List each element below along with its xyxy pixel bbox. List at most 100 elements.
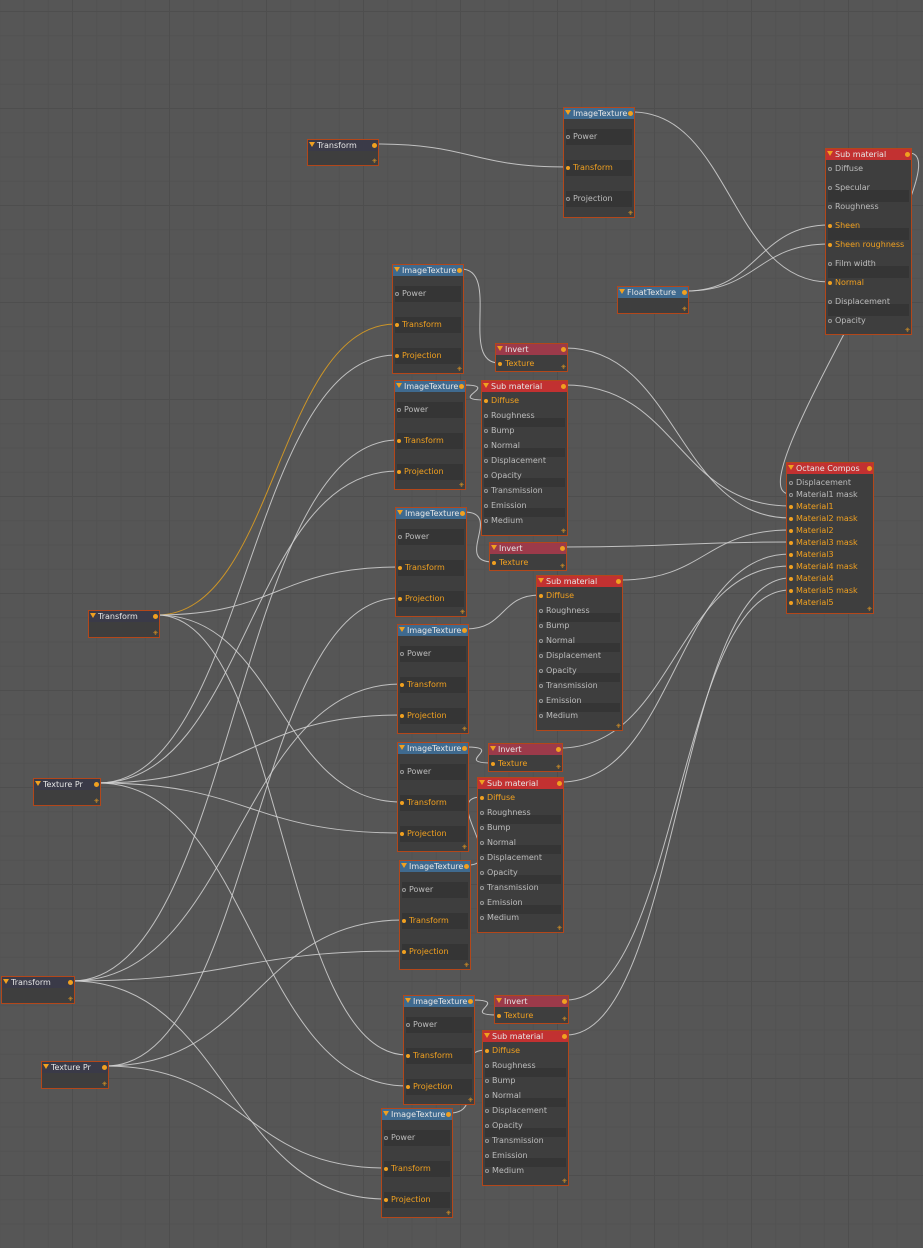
input-pin[interactable] — [828, 167, 832, 171]
wire-inv1-to-octane[interactable] — [564, 347, 791, 519]
input-pin[interactable] — [484, 444, 488, 448]
node-img_top[interactable]: ImageTexture Power Transform Projection ⁜ — [563, 107, 635, 218]
input-pin[interactable] — [398, 535, 402, 539]
node-header[interactable]: ImageTexture — [396, 508, 466, 519]
input-pin[interactable] — [400, 714, 404, 718]
input-roughness[interactable]: Roughness — [480, 806, 531, 820]
node-octane[interactable]: Octane Compos Displacement Material1 mask M… — [786, 462, 874, 614]
input-power[interactable]: Power — [398, 530, 429, 544]
output-pin[interactable] — [153, 614, 158, 619]
input-displacement[interactable]: Displacement — [484, 454, 546, 468]
input-transform[interactable]: Transform — [398, 561, 445, 575]
input-pin[interactable] — [480, 796, 484, 800]
wire-tr_mid-to-img7[interactable] — [156, 614, 408, 1056]
resize-grip-icon[interactable]: ⁜ — [562, 1017, 568, 1023]
collapse-triangle-icon[interactable] — [90, 613, 96, 618]
wire-texpr2-to-img8[interactable] — [105, 1065, 386, 1169]
node-header[interactable]: Texture Pr — [42, 1062, 108, 1073]
input-medium[interactable]: Medium — [480, 911, 519, 925]
node-header[interactable]: Sub material — [478, 778, 563, 789]
resize-grip-icon[interactable]: ⁜ — [560, 564, 566, 570]
input-pin[interactable] — [485, 1094, 489, 1098]
input-emission[interactable]: Emission — [539, 694, 582, 708]
input-pin[interactable] — [539, 624, 543, 628]
input-normal[interactable]: Normal — [539, 634, 575, 648]
input-projection[interactable]: Projection — [566, 192, 613, 206]
output-pin[interactable] — [468, 999, 473, 1004]
input-transmission[interactable]: Transmission — [485, 1134, 544, 1148]
input-transmission[interactable]: Transmission — [480, 881, 539, 895]
collapse-triangle-icon[interactable] — [397, 510, 403, 515]
node-header[interactable]: Sub material — [826, 149, 911, 160]
input-projection[interactable]: Projection — [397, 465, 444, 479]
input-pin[interactable] — [491, 762, 495, 766]
output-pin[interactable] — [556, 747, 561, 752]
wire-float-to-sub_top[interactable] — [685, 243, 830, 292]
node-sub4[interactable]: Sub material Diffuse Roughness Bump Normal Di… — [482, 1030, 569, 1186]
output-pin[interactable] — [560, 546, 565, 551]
resize-grip-icon[interactable]: ⁜ — [372, 159, 378, 165]
input-diffuse[interactable]: Diffuse — [484, 394, 519, 408]
output-pin[interactable] — [905, 152, 910, 157]
input-pin[interactable] — [484, 459, 488, 463]
resize-grip-icon[interactable]: ⁜ — [457, 367, 463, 373]
wire-tr_low-to-img8[interactable] — [71, 980, 386, 1200]
input-pin[interactable] — [498, 362, 502, 366]
wire-tr_mid-to-img3[interactable] — [156, 566, 400, 616]
output-pin[interactable] — [561, 347, 566, 352]
input-pin[interactable] — [566, 166, 570, 170]
node-header[interactable]: Invert — [495, 996, 568, 1007]
input-pin[interactable] — [397, 439, 401, 443]
input-pin[interactable] — [789, 541, 793, 545]
node-header[interactable]: Octane Compos — [787, 463, 873, 474]
collapse-triangle-icon[interactable] — [484, 1033, 490, 1038]
input-pin[interactable] — [484, 399, 488, 403]
input-projection[interactable]: Projection — [400, 709, 447, 723]
input-pin[interactable] — [485, 1079, 489, 1083]
input-power[interactable]: Power — [400, 765, 431, 779]
wire-sub2-to-octane[interactable] — [619, 529, 791, 581]
node-header[interactable]: Transform — [308, 140, 378, 151]
input-texture[interactable]: Texture — [492, 556, 528, 570]
output-pin[interactable] — [562, 1034, 567, 1039]
node-header[interactable]: Transform — [89, 611, 159, 622]
collapse-triangle-icon[interactable] — [394, 267, 400, 272]
input-pin[interactable] — [566, 135, 570, 139]
input-displacement[interactable]: Displacement — [828, 295, 890, 309]
input-transform[interactable]: Transform — [395, 318, 442, 332]
output-pin[interactable] — [459, 384, 464, 389]
input-pin[interactable] — [828, 319, 832, 323]
input-transform[interactable]: Transform — [566, 161, 613, 175]
collapse-triangle-icon[interactable] — [399, 745, 405, 750]
input-transmission[interactable]: Transmission — [539, 679, 598, 693]
node-img2[interactable]: ImageTexture Power Transform Projection ⁜ — [394, 380, 466, 490]
input-pin[interactable] — [789, 601, 793, 605]
collapse-triangle-icon[interactable] — [405, 998, 411, 1003]
collapse-triangle-icon[interactable] — [490, 746, 496, 751]
wire-float-to-sub_top[interactable] — [685, 224, 830, 292]
input-diffuse[interactable]: Diffuse — [480, 791, 515, 805]
input-specular[interactable]: Specular — [828, 181, 870, 195]
input-projection[interactable]: Projection — [398, 592, 445, 606]
input-pin[interactable] — [480, 886, 484, 890]
input-displacement[interactable]: Displacement — [480, 851, 542, 865]
input-pin[interactable] — [397, 470, 401, 474]
input-pin[interactable] — [789, 589, 793, 593]
node-header[interactable]: Sub material — [537, 576, 622, 587]
input-pin[interactable] — [828, 243, 832, 247]
node-inv2[interactable]: Invert Texture ⁜ — [489, 542, 567, 571]
input-opacity[interactable]: Opacity — [828, 314, 866, 328]
input-pin[interactable] — [789, 517, 793, 521]
input-projection[interactable]: Projection — [402, 945, 449, 959]
input-pin[interactable] — [789, 577, 793, 581]
input-emission[interactable]: Emission — [480, 896, 523, 910]
input-film-width[interactable]: Film width — [828, 257, 876, 271]
node-inv1[interactable]: Invert Texture ⁜ — [495, 343, 568, 372]
node-header[interactable]: ImageTexture — [398, 743, 468, 754]
node-tr_top[interactable]: Transform ⁜ — [307, 139, 379, 166]
input-transform[interactable]: Transform — [400, 796, 447, 810]
node-img6[interactable]: ImageTexture Power Transform Projection ⁜ — [399, 860, 471, 970]
output-pin[interactable] — [462, 746, 467, 751]
resize-grip-icon[interactable]: ⁜ — [556, 765, 562, 771]
wire-img1-to-inv1[interactable] — [460, 268, 500, 364]
